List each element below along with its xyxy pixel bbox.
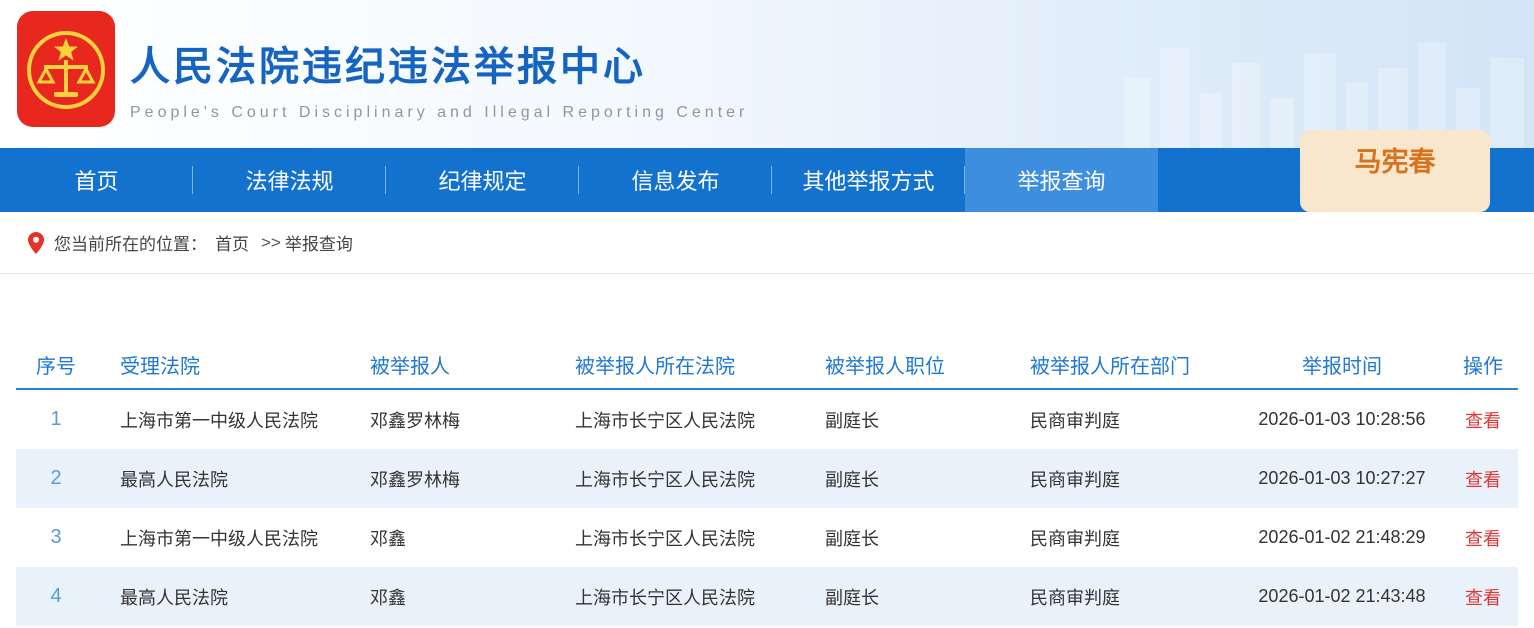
cell-index: 2 xyxy=(16,467,96,490)
col-header-reported-court: 被举报人所在法院 xyxy=(551,350,801,379)
col-header-index: 序号 xyxy=(16,350,96,379)
cell-index: 1 xyxy=(16,408,96,431)
cell-reported-court: 上海市长宁区人民法院 xyxy=(551,525,801,551)
breadcrumb-current: 举报查询 xyxy=(285,230,353,255)
breadcrumb-home-link[interactable]: 首页 xyxy=(215,230,249,255)
cell-accepting-court: 上海市第一中级人民法院 xyxy=(96,525,346,551)
breadcrumb-prefix: 您当前所在的位置： xyxy=(54,230,207,255)
cell-position: 副庭长 xyxy=(801,525,1006,551)
cell-reported-person: 邓鑫罗林梅 xyxy=(346,466,551,492)
court-emblem-logo xyxy=(16,10,116,128)
cell-position: 副庭长 xyxy=(801,407,1006,433)
table-row: 2 最高人民法院 邓鑫罗林梅 上海市长宁区人民法院 副庭长 民商审判庭 2026… xyxy=(16,449,1518,508)
nav-item-discipline-rules[interactable]: 纪律规定 xyxy=(386,148,579,212)
cell-accepting-court: 上海市第一中级人民法院 xyxy=(96,407,346,433)
site-header: 人民法院违纪违法举报中心 People's Court Disciplinary… xyxy=(0,0,1534,148)
cell-reported-court: 上海市长宁区人民法院 xyxy=(551,407,801,433)
cell-index: 3 xyxy=(16,526,96,549)
cell-position: 副庭长 xyxy=(801,584,1006,610)
nav-item-information[interactable]: 信息发布 xyxy=(579,148,772,212)
table-row: 3 上海市第一中级人民法院 邓鑫 上海市长宁区人民法院 副庭长 民商审判庭 20… xyxy=(16,508,1518,567)
nav-item-home[interactable]: 首页 xyxy=(0,148,193,212)
col-header-action: 操作 xyxy=(1448,350,1518,379)
col-header-position: 被举报人职位 xyxy=(801,350,1006,379)
col-header-reported-person: 被举报人 xyxy=(346,350,551,379)
cell-report-time: 2026-01-03 10:28:56 xyxy=(1236,409,1448,430)
view-link[interactable]: 查看 xyxy=(1465,411,1501,431)
cell-report-time: 2026-01-03 10:27:27 xyxy=(1236,468,1448,489)
cell-report-time: 2026-01-02 21:43:48 xyxy=(1236,586,1448,607)
breadcrumb: 您当前所在的位置： 首页 >> 举报查询 xyxy=(0,212,1534,274)
report-table: 序号 受理法院 被举报人 被举报人所在法院 被举报人职位 被举报人所在部门 举报… xyxy=(16,340,1518,626)
cell-reported-court: 上海市长宁区人民法院 xyxy=(551,466,801,492)
cell-reported-person: 邓鑫 xyxy=(346,584,551,610)
col-header-department: 被举报人所在部门 xyxy=(1006,350,1236,379)
cell-department: 民商审判庭 xyxy=(1006,407,1236,433)
cell-report-time: 2026-01-02 21:48:29 xyxy=(1236,527,1448,548)
nav-item-laws[interactable]: 法律法规 xyxy=(193,148,386,212)
location-pin-icon xyxy=(28,232,44,254)
table-row: 1 上海市第一中级人民法院 邓鑫罗林梅 上海市长宁区人民法院 副庭长 民商审判庭… xyxy=(16,390,1518,449)
cell-reported-person: 邓鑫 xyxy=(346,525,551,551)
cell-reported-person: 邓鑫罗林梅 xyxy=(346,407,551,433)
nav-item-report-query[interactable]: 举报查询 xyxy=(965,148,1158,212)
view-link[interactable]: 查看 xyxy=(1465,529,1501,549)
view-link[interactable]: 查看 xyxy=(1465,588,1501,608)
main-nav: 首页 法律法规 纪律规定 信息发布 其他举报方式 举报查询 马宪春 xyxy=(0,148,1534,212)
cell-position: 副庭长 xyxy=(801,466,1006,492)
col-header-accepting-court: 受理法院 xyxy=(96,350,346,379)
cell-department: 民商审判庭 xyxy=(1006,525,1236,551)
cell-reported-court: 上海市长宁区人民法院 xyxy=(551,584,801,610)
view-link[interactable]: 查看 xyxy=(1465,470,1501,490)
cell-department: 民商审判庭 xyxy=(1006,584,1236,610)
table-row: 4 最高人民法院 邓鑫 上海市长宁区人民法院 副庭长 民商审判庭 2026-01… xyxy=(16,567,1518,626)
cell-department: 民商审判庭 xyxy=(1006,466,1236,492)
cell-accepting-court: 最高人民法院 xyxy=(96,466,346,492)
breadcrumb-separator: >> xyxy=(261,233,281,253)
cell-index: 4 xyxy=(16,585,96,608)
site-subtitle: People's Court Disciplinary and Illegal … xyxy=(130,104,748,122)
site-title: 人民法院违纪违法举报中心 xyxy=(130,34,748,92)
user-name-button[interactable]: 马宪春 xyxy=(1300,130,1490,212)
cell-accepting-court: 最高人民法院 xyxy=(96,584,346,610)
col-header-report-time: 举报时间 xyxy=(1236,350,1448,379)
nav-item-other-report-methods[interactable]: 其他举报方式 xyxy=(772,148,965,212)
table-header-row: 序号 受理法院 被举报人 被举报人所在法院 被举报人职位 被举报人所在部门 举报… xyxy=(16,340,1518,390)
